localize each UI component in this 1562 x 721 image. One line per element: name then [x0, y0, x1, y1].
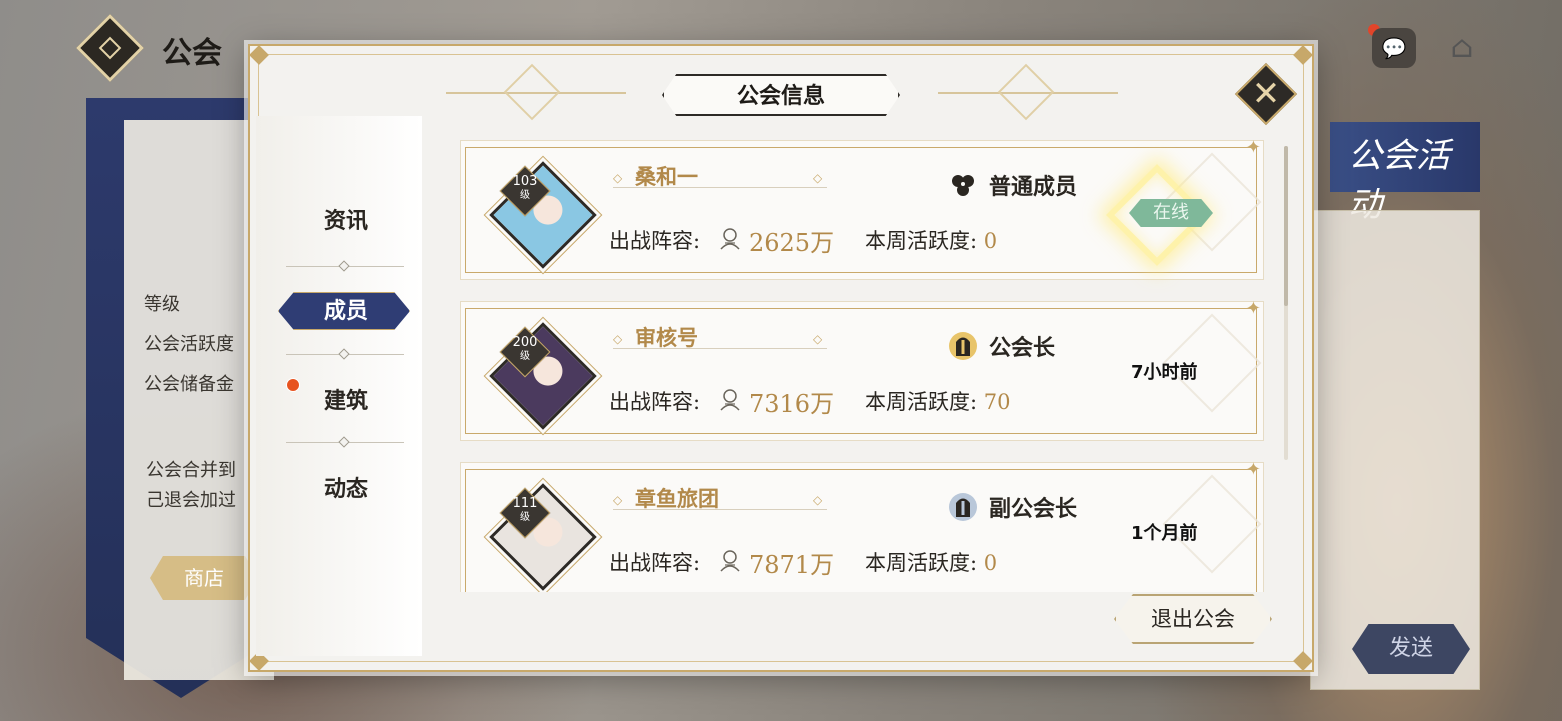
- clover-icon: [952, 175, 974, 196]
- corner-ornament: [1293, 651, 1313, 671]
- weekly-activity: 本周活跃度: 70: [865, 386, 1011, 416]
- power-label: 出战阵容:: [609, 390, 701, 414]
- close-x-icon[interactable]: ✕: [1244, 72, 1288, 116]
- level-number: 103: [512, 174, 538, 189]
- shop-button[interactable]: 商店: [150, 556, 258, 600]
- tab-members[interactable]: 成员: [276, 290, 416, 332]
- nav-divider-ornament: [338, 348, 350, 360]
- level-unit: 级: [520, 190, 530, 201]
- weekly-activity-value: 70: [983, 390, 1011, 414]
- name-ornament-right: ◇: [813, 493, 823, 507]
- guild-activity-button[interactable]: 公会活动: [1330, 122, 1480, 225]
- sparkle-icon: ✦: [1245, 298, 1261, 319]
- power-value: 7316万: [749, 390, 835, 418]
- tab-info[interactable]: 资讯: [276, 200, 416, 242]
- weekly-activity-label: 本周活跃度:: [865, 390, 984, 414]
- chat-panel: [1310, 210, 1480, 690]
- guild-notice-text: 公会合并到 己退会加过: [146, 460, 236, 511]
- level-number: 200: [512, 335, 538, 350]
- modal-sidebar: 资讯 成员 建筑 动态: [256, 116, 422, 656]
- name-underline: [613, 509, 827, 510]
- member-card[interactable]: ✦ 200 级 ◇ 审核号 ◇ 出战阵容: 7316万 本周活跃度: 70 公会…: [460, 298, 1264, 441]
- avatar[interactable]: 103 级: [489, 161, 597, 269]
- helmet-silver-icon: [949, 493, 977, 521]
- chat-icon[interactable]: 💬: [1372, 28, 1416, 68]
- last-online-text: 7小时前: [1131, 362, 1198, 383]
- send-button[interactable]: 发送: [1352, 624, 1470, 674]
- avatar[interactable]: 111 级: [489, 483, 597, 591]
- corner-ornament: [1293, 45, 1313, 65]
- tab-activity-log[interactable]: 动态: [276, 468, 416, 510]
- avatar[interactable]: 200 级: [489, 322, 597, 430]
- title-ornament-left: [503, 63, 561, 121]
- avatar-frame: [489, 483, 597, 591]
- weekly-activity-label: 本周活跃度:: [865, 551, 984, 575]
- guild-info-modal: 公会信息 ✕ 资讯 成员 建筑 动态 ✦ 103 级 ◇ 桑和一 ◇ 出战阵容:…: [248, 44, 1314, 672]
- name-ornament-left: ◇: [613, 493, 623, 507]
- combat-power-icon: [720, 228, 740, 250]
- avatar-frame: [489, 322, 597, 430]
- name-ornament-left: ◇: [613, 171, 623, 185]
- level-number: 111: [512, 496, 538, 511]
- power-value: 2625万: [749, 229, 835, 257]
- guild-activity-label: 公会活跃度: [144, 334, 234, 355]
- sparkle-icon: ✦: [1245, 140, 1261, 158]
- guild-reserve-label: 公会储备金: [144, 374, 234, 395]
- last-online-text: 1个月前: [1131, 523, 1198, 544]
- screen-title: 公会: [162, 36, 222, 71]
- power-label: 出战阵容:: [609, 229, 701, 253]
- quit-guild-label[interactable]: 退出公会: [1114, 594, 1272, 644]
- level-label: 等级: [144, 294, 180, 315]
- tab-buildings[interactable]: 建筑: [276, 380, 416, 422]
- scrollbar-thumb[interactable]: [1284, 146, 1288, 306]
- member-card[interactable]: ✦ 111 级 ◇ 章鱼旅团 ◇ 出战阵容: 7871万 本周活跃度: 0 副公…: [460, 459, 1264, 592]
- home-icon[interactable]: ⌂: [1440, 28, 1484, 68]
- combat-power-icon: [720, 550, 740, 572]
- nav-divider-ornament: [338, 436, 350, 448]
- name-underline: [613, 348, 827, 349]
- level-text: 200 级: [507, 336, 543, 364]
- member-list[interactable]: ✦ 103 级 ◇ 桑和一 ◇ 出战阵容: 2625万 本周活跃度: 0 普通成…: [458, 140, 1272, 592]
- modal-title: 公会信息: [736, 83, 825, 109]
- member-role: 副公会长: [989, 496, 1078, 522]
- weekly-activity: 本周活跃度: 0: [865, 225, 997, 255]
- title-ornament-right: [997, 63, 1055, 121]
- power-value: 7871万: [749, 551, 835, 579]
- helmet-gold-icon: [949, 332, 977, 360]
- weekly-activity: 本周活跃度: 0: [865, 547, 997, 577]
- level-unit: 级: [520, 512, 530, 523]
- weekly-activity-value: 0: [983, 229, 998, 253]
- sparkle-icon: ✦: [1245, 459, 1261, 480]
- nav-divider-ornament: [338, 260, 350, 272]
- level-text: 103 级: [507, 175, 543, 203]
- power-label: 出战阵容:: [609, 551, 701, 575]
- combat-power-icon: [720, 389, 740, 411]
- name-ornament-left: ◇: [613, 332, 623, 346]
- corner-ornament: [249, 45, 269, 65]
- weekly-activity-label: 本周活跃度:: [865, 229, 984, 253]
- avatar-frame: [489, 161, 597, 269]
- member-role: 公会长: [989, 335, 1056, 361]
- name-underline: [613, 187, 827, 188]
- weekly-activity-value: 0: [983, 551, 998, 575]
- member-role: 普通成员: [989, 174, 1078, 200]
- member-card[interactable]: ✦ 103 级 ◇ 桑和一 ◇ 出战阵容: 2625万 本周活跃度: 0 普通成…: [460, 140, 1264, 280]
- level-text: 111 级: [507, 497, 543, 525]
- name-ornament-right: ◇: [813, 332, 823, 346]
- name-ornament-right: ◇: [813, 171, 823, 185]
- level-unit: 级: [520, 351, 530, 362]
- online-status-badge: 在线: [1129, 199, 1213, 227]
